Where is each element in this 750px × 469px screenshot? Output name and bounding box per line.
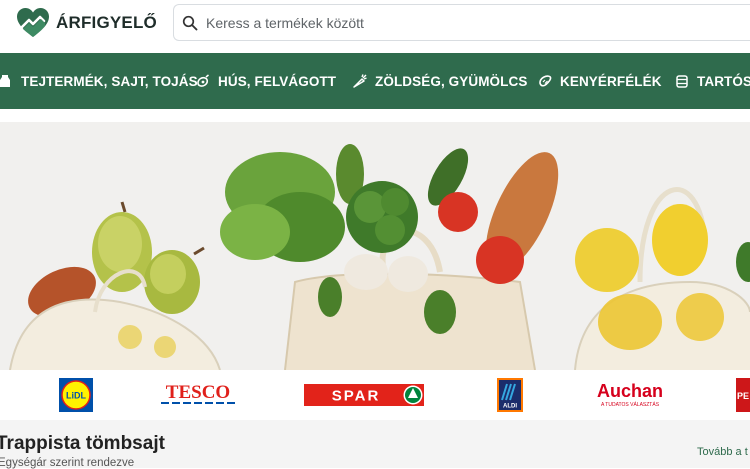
nav-item-vegetables[interactable]: ZÖLDSÉG, GYÜMÖLCS [353,53,527,109]
nav-item-label: KENYÉRFÉLÉK [560,73,662,89]
carrot-icon [353,74,367,88]
auchan-logo: Auchan A TUDATOS VÁLASZTÁS [597,381,663,408]
logo-text: ÁRFIGYELŐ [56,13,157,32]
aldi-logo: ALDI [497,378,523,412]
lidl-logo: LiDL [59,378,93,412]
nav-item-pantry[interactable]: TARTÓS [675,53,750,109]
section-title: Trappista tömbsajt [0,433,165,454]
store-penny[interactable]: PE [736,370,750,420]
store-logo-strip: LiDL TESCO SPAR ALDI Auchan A TUDATOS VÁ… [0,370,750,420]
lidl-text: LiDL [66,391,86,401]
milk-icon [0,75,10,87]
search-input[interactable] [206,14,726,31]
nav-item-label: TARTÓS [697,73,750,89]
search-icon [182,15,198,30]
store-tesco[interactable]: TESCO [159,370,237,420]
hero-banner [0,122,750,370]
spar-logo: SPAR [304,384,424,406]
tesco-logo: TESCO [161,382,235,404]
tesco-text: TESCO [166,382,230,403]
auchan-tagline: A TUDATOS VÁLASZTÁS [601,401,660,408]
auchan-text: Auchan [597,381,663,401]
penny-logo: PE [736,378,750,412]
nav-item-label: TEJTERMÉK, SAJT, TOJÁS [21,73,198,89]
store-aldi[interactable]: ALDI [497,370,523,420]
nav-item-meat[interactable]: HÚS, FELVÁGOTT [196,53,336,109]
more-link[interactable]: Tovább a t [697,446,748,458]
product-section: Trappista tömbsajt Egységár szerint rend… [0,420,750,469]
meat-icon [197,74,209,87]
store-auchan[interactable]: Auchan A TUDATOS VÁLASZTÁS [593,370,667,420]
nav-item-bread[interactable]: KENYÉRFÉLÉK [538,53,662,109]
store-spar[interactable]: SPAR [304,370,424,420]
store-lidl[interactable]: LiDL [59,370,93,420]
site-logo[interactable]: ÁRFIGYELŐ [16,7,157,39]
heart-logo-icon [17,8,49,37]
search-box[interactable] [173,4,750,41]
nav-item-label: ZÖLDSÉG, GYÜMÖLCS [375,73,528,89]
spar-text: SPAR [332,388,381,405]
bread-icon [539,75,552,87]
nav-item-label: HÚS, FELVÁGOTT [218,73,337,89]
section-subtitle: Egységár szerint rendezve [0,457,135,469]
penny-text: PE [737,391,749,401]
nav-item-dairy[interactable]: TEJTERMÉK, SAJT, TOJÁS [0,53,198,109]
top-header: ÁRFIGYELŐ [0,0,750,44]
can-icon [676,75,688,88]
grocery-bags-image [0,122,750,370]
category-nav: TEJTERMÉK, SAJT, TOJÁS HÚS, FELVÁGOTT ZÖ… [0,53,750,109]
aldi-text: ALDI [503,404,517,410]
